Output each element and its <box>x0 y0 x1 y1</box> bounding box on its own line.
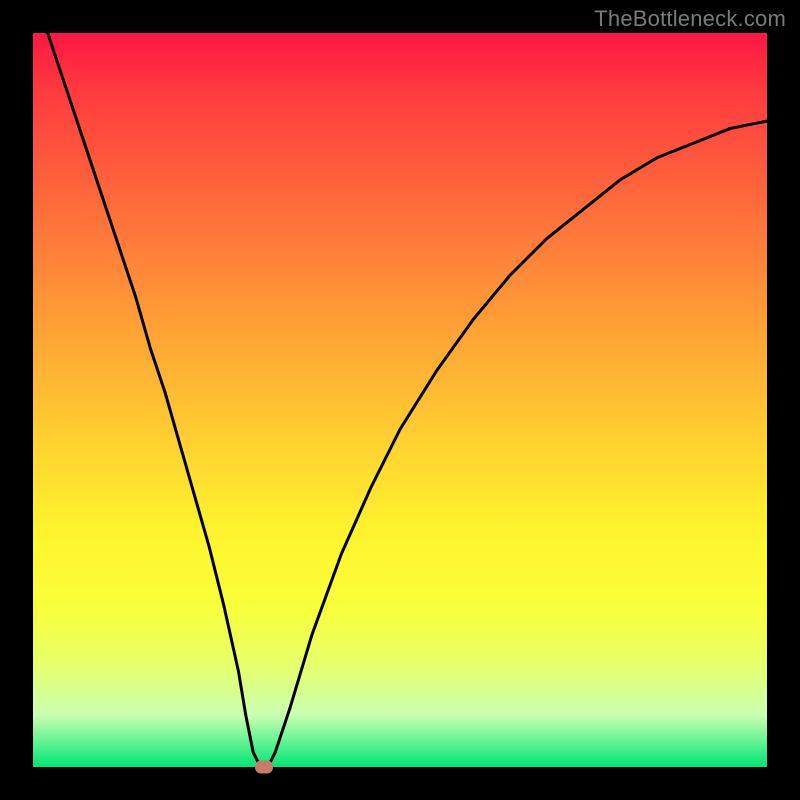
bottleneck-curve <box>33 33 767 767</box>
plot-area <box>33 33 767 767</box>
chart-frame: TheBottleneck.com <box>0 0 800 800</box>
valley-marker <box>255 761 273 774</box>
attribution-text: TheBottleneck.com <box>594 6 786 32</box>
